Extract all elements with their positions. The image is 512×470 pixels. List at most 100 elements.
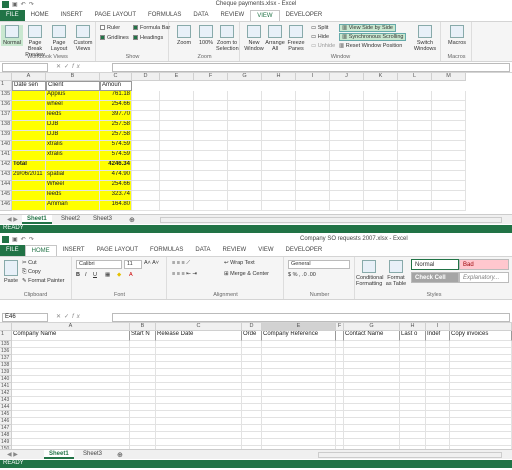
cell[interactable] xyxy=(242,411,262,418)
cell[interactable]: 574.59 xyxy=(100,141,132,151)
fx-icon[interactable]: ✕✓fx xyxy=(56,63,83,70)
column-header[interactable]: I xyxy=(296,73,330,81)
cell[interactable] xyxy=(364,161,398,171)
cell[interactable] xyxy=(228,161,262,171)
cell[interactable] xyxy=(336,369,344,376)
cell[interactable] xyxy=(12,341,130,348)
cell[interactable] xyxy=(330,91,364,101)
style-check-cell[interactable]: Check Cell xyxy=(411,272,459,283)
select-all-corner[interactable] xyxy=(0,323,12,331)
cell[interactable] xyxy=(330,141,364,151)
cell[interactable] xyxy=(130,383,156,390)
header-cell-amount[interactable]: Amoun xyxy=(100,81,132,91)
cell[interactable] xyxy=(398,161,432,171)
cell[interactable] xyxy=(336,348,344,355)
cell[interactable] xyxy=(194,171,228,181)
zoom-to-selection-button[interactable]: Zoom to Selection xyxy=(216,25,239,52)
cell[interactable] xyxy=(12,111,46,121)
cell[interactable] xyxy=(262,404,336,411)
cell[interactable] xyxy=(336,432,344,439)
cell[interactable] xyxy=(130,404,156,411)
cell[interactable] xyxy=(242,397,262,404)
add-sheet-icon[interactable]: ⊕ xyxy=(112,450,128,459)
cell[interactable] xyxy=(344,341,400,348)
formula-input[interactable] xyxy=(112,63,510,72)
cell[interactable] xyxy=(160,111,194,121)
number-format-icons[interactable]: $ % , .0 .00 xyxy=(288,272,316,278)
cell[interactable]: Wheel xyxy=(46,181,100,191)
cell[interactable]: 257.58 xyxy=(100,131,132,141)
cell[interactable] xyxy=(330,131,364,141)
cell[interactable] xyxy=(426,376,450,383)
cell[interactable] xyxy=(296,191,330,201)
cell[interactable] xyxy=(228,171,262,181)
ruler-checkbox[interactable]: Ruler xyxy=(100,25,120,31)
sheet-tab-sheet1[interactable]: Sheet1 xyxy=(22,215,52,224)
row-header[interactable]: 143 xyxy=(0,171,12,181)
cell[interactable] xyxy=(398,191,432,201)
macros-button[interactable]: Macros xyxy=(446,25,468,46)
horizontal-align-icons[interactable]: ≡ ≡ ≡ ⇤ ⇥ xyxy=(172,271,197,277)
cell[interactable] xyxy=(398,111,432,121)
cell[interactable] xyxy=(132,91,160,101)
cell[interactable] xyxy=(130,425,156,432)
cell[interactable] xyxy=(426,390,450,397)
column-header[interactable]: E xyxy=(160,73,194,81)
cell[interactable]: 254.66 xyxy=(100,181,132,191)
cell[interactable] xyxy=(262,161,296,171)
custom-views-button[interactable]: Custom Views xyxy=(72,25,94,52)
number-format-select[interactable]: General xyxy=(288,260,350,269)
row-header[interactable]: 147 xyxy=(0,425,12,432)
cell[interactable] xyxy=(432,171,466,181)
bold-button[interactable]: B xyxy=(76,272,80,278)
reset-window-position-button[interactable]: ▥ Reset Window Position xyxy=(339,43,402,49)
cell[interactable] xyxy=(432,131,466,141)
cell[interactable] xyxy=(364,181,398,191)
cell[interactable]: DJB xyxy=(46,121,100,131)
column-header[interactable]: G xyxy=(228,73,262,81)
cell[interactable] xyxy=(450,376,512,383)
cell[interactable] xyxy=(398,91,432,101)
cell[interactable] xyxy=(344,348,400,355)
sheet-nav-icon[interactable]: ◀ ▶ xyxy=(2,215,23,224)
cell[interactable] xyxy=(262,181,296,191)
cell[interactable] xyxy=(156,439,242,446)
cell[interactable] xyxy=(156,397,242,404)
worksheet-grid[interactable]: A B C D E F G H I 1 Company Name Start NR… xyxy=(0,323,512,449)
cell[interactable] xyxy=(426,418,450,425)
cell[interactable] xyxy=(432,191,466,201)
cell[interactable] xyxy=(194,131,228,141)
cell[interactable] xyxy=(132,181,160,191)
unhide-button[interactable]: ▭ Unhide xyxy=(311,43,335,49)
cell[interactable] xyxy=(160,151,194,161)
cell[interactable] xyxy=(336,439,344,446)
switch-windows-button[interactable]: Switch Windows xyxy=(411,25,439,52)
cell[interactable]: wheel xyxy=(46,101,100,111)
cell[interactable] xyxy=(228,181,262,191)
row-header[interactable]: 144 xyxy=(0,404,12,411)
cell[interactable] xyxy=(400,397,426,404)
cell[interactable] xyxy=(344,397,400,404)
cell[interactable] xyxy=(160,161,194,171)
cell[interactable] xyxy=(296,121,330,131)
cell[interactable] xyxy=(330,161,364,171)
cell[interactable] xyxy=(12,355,130,362)
table-header-cell[interactable]: Last o xyxy=(400,331,426,341)
cell[interactable] xyxy=(336,362,344,369)
cell[interactable] xyxy=(262,376,336,383)
cell[interactable] xyxy=(330,171,364,181)
row-header[interactable]: 141 xyxy=(0,383,12,390)
cell[interactable] xyxy=(296,91,330,101)
cell[interactable] xyxy=(262,418,336,425)
cell[interactable] xyxy=(160,201,194,211)
tab-data[interactable]: DATA xyxy=(189,245,216,256)
synchronous-scrolling-button[interactable]: ▥ Synchronous Scrolling xyxy=(339,33,407,41)
cell[interactable] xyxy=(194,141,228,151)
font-name-select[interactable]: Calibri xyxy=(76,260,122,269)
cell[interactable] xyxy=(160,171,194,181)
style-explanatory[interactable]: Explanatory... xyxy=(459,272,509,283)
cell[interactable] xyxy=(400,355,426,362)
table-header-cell[interactable]: Company Reference xyxy=(262,331,336,341)
cell[interactable] xyxy=(426,383,450,390)
cell[interactable] xyxy=(450,439,512,446)
